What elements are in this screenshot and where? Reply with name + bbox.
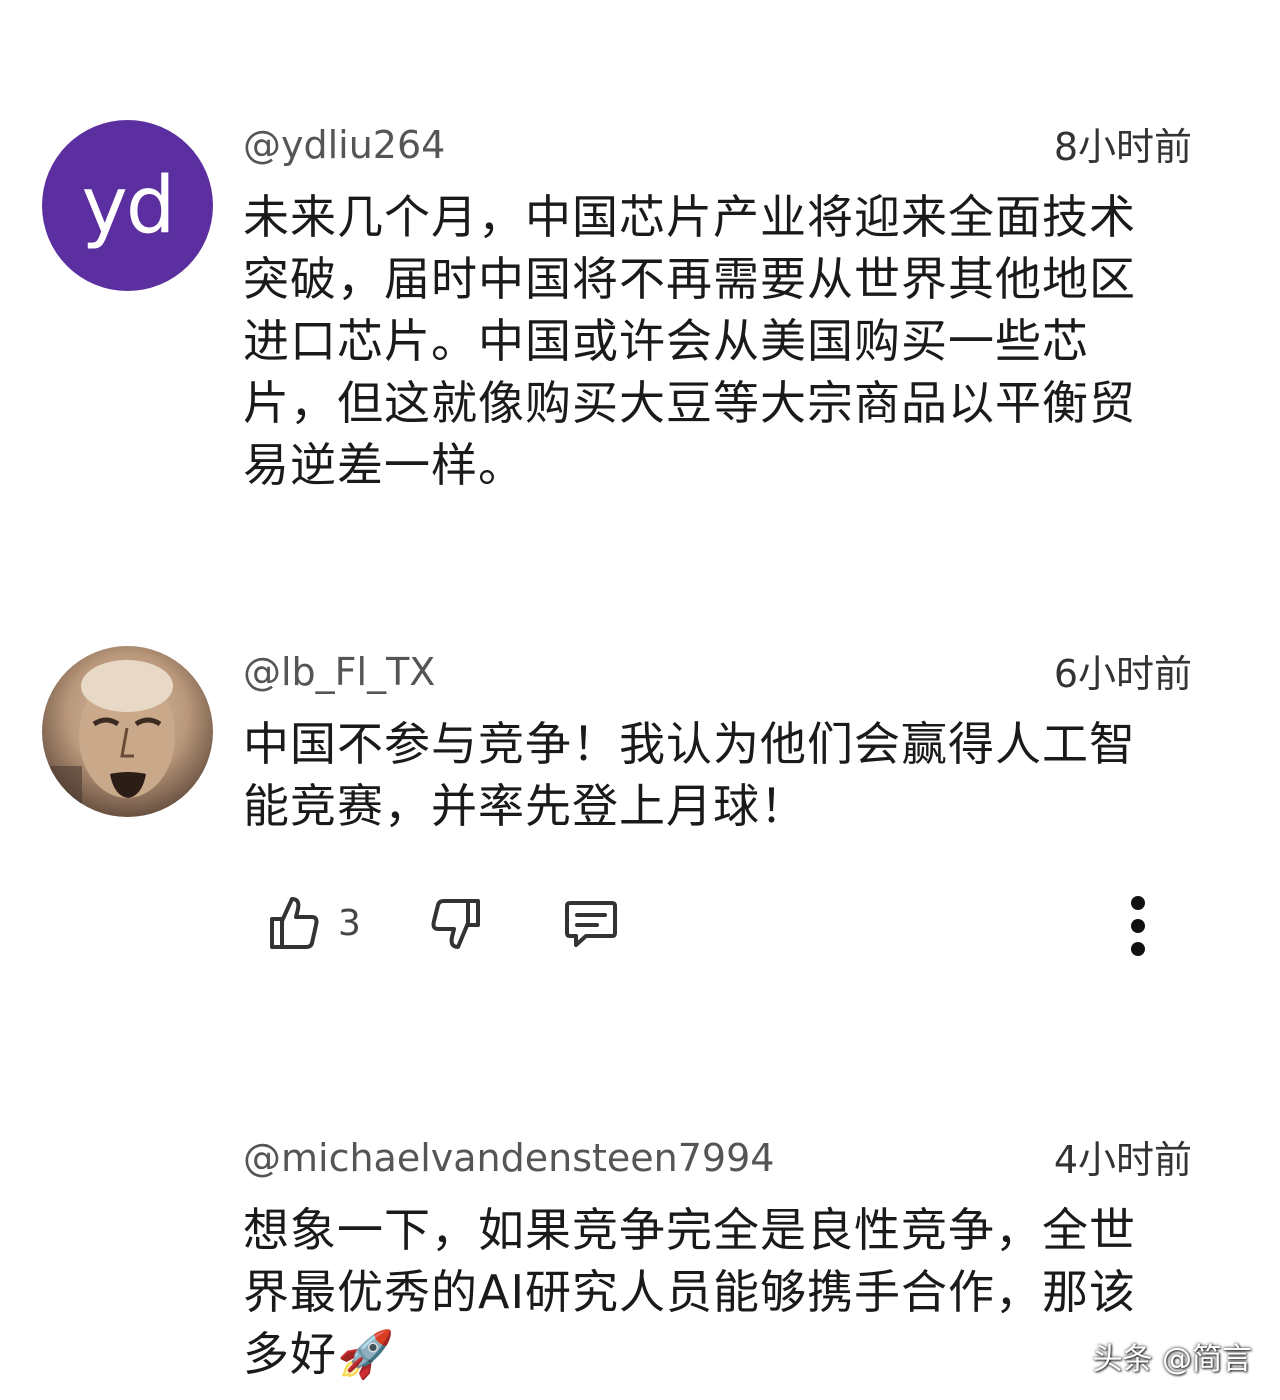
watermark: 头条 @简言 [1092,1342,1252,1377]
comment-line: 想象一下，如果竞争完全是良性竞争，全世 [243,1203,1136,1257]
avatar[interactable] [42,646,213,817]
comment-line: 易逆差一样。 [243,438,525,492]
thumbs-down-icon [431,899,480,949]
comment-author-handle[interactable]: @ydliu264 [243,123,445,167]
comment-actions: 3 [268,895,1168,957]
comment-line: 中国不参与竞争！我认为他们会赢得人工智 [243,717,1136,771]
like-button[interactable]: 3 [268,895,361,951]
comment-line: 进口芯片。中国或许会从美国购买一些芯 [243,314,1089,368]
like-count: 3 [338,902,361,944]
comment-icon [565,901,617,947]
comment-line: 突破，届时中国将不再需要从世界其他地区 [243,252,1136,306]
comment-line: 片，但这就像购买大豆等大宗商品以平衡贸 [243,376,1136,430]
comment-timestamp: 8小时前 [1053,125,1192,169]
more-options-button[interactable] [1123,895,1153,957]
profile-photo-icon [42,660,175,817]
thumbs-up-icon [270,897,319,949]
comment-author-handle[interactable]: @lb_Fl_TX [243,650,435,694]
comment-text: 中国不参与竞争！我认为他们会赢得人工智 能竞赛，并率先登上月球！ [243,713,1193,837]
comment-line: 能竞赛，并率先登上月球！ [243,779,807,833]
comment-line: 未来几个月，中国芯片产业将迎来全面技术 [243,190,1136,244]
comment-text: 未来几个月，中国芯片产业将迎来全面技术 突破，届时中国将不再需要从世界其他地区 … [243,186,1193,496]
dislike-button[interactable] [430,895,482,951]
avatar[interactable]: yd [42,120,213,291]
avatar-initials: yd [81,160,176,251]
comment-text: 想象一下，如果竞争完全是良性竞争，全世 界最优秀的AI研究人员能够携手合作，那该… [243,1199,1193,1385]
comment-line: 多好🚀 [243,1327,396,1381]
reply-button[interactable] [564,895,618,951]
comment-timestamp: 6小时前 [1053,652,1192,696]
comment-timestamp: 4小时前 [1053,1138,1192,1182]
comment-line: 界最优秀的AI研究人员能够携手合作，那该 [243,1265,1137,1319]
comment-author-handle[interactable]: @michaelvandensteen7994 [243,1136,774,1180]
more-vertical-icon [1131,896,1145,956]
